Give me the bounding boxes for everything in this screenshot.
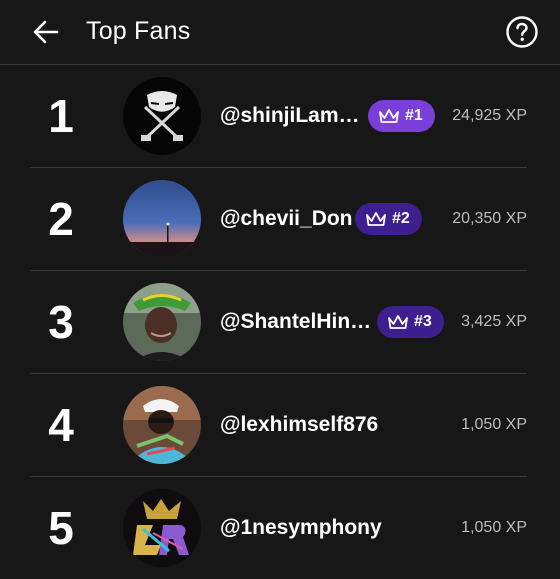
avatar[interactable] <box>123 180 201 258</box>
avatar[interactable] <box>123 386 201 464</box>
avatar-image <box>123 283 201 361</box>
fan-username: @chevii_Don <box>220 207 353 230</box>
avatar-image <box>123 77 201 155</box>
rank-badge: #3 <box>377 306 444 338</box>
back-button[interactable] <box>30 16 62 48</box>
xp-value: 20,350 XP <box>452 210 527 227</box>
fan-row-4[interactable]: 4 @lexhimself876 1,050 XP <box>30 374 527 477</box>
avatar[interactable] <box>123 489 201 567</box>
xp-value: 3,425 XP <box>461 313 527 330</box>
rank-number: 2 <box>48 193 74 245</box>
avatar[interactable] <box>123 77 201 155</box>
fan-row-5[interactable]: 5 @1nesymphony 1,050 XP <box>30 477 527 579</box>
crown-icon <box>366 212 386 226</box>
fan-row-3[interactable]: 3 @ShantelHin… #3 3,425 XP <box>30 271 527 374</box>
fan-row-2[interactable]: 2 @chevii_Don #2 20,350 XP <box>30 168 527 271</box>
avatar-image <box>123 386 201 464</box>
page-title: Top Fans <box>86 17 191 45</box>
fan-username: @lexhimself876 <box>220 413 379 436</box>
fan-username: @ShantelHin… <box>220 310 372 333</box>
crown-icon <box>379 109 399 123</box>
crown-icon <box>388 315 408 329</box>
rank-number: 4 <box>48 399 74 451</box>
top-bar: Top Fans <box>0 0 560 65</box>
arrow-left-icon <box>33 20 59 44</box>
avatar[interactable] <box>123 283 201 361</box>
fan-row-1[interactable]: 1 @shinjiLam… #1 24,925 XP <box>30 65 527 168</box>
rank-number: 1 <box>48 90 74 142</box>
xp-value: 1,050 XP <box>461 519 527 536</box>
avatar-image <box>123 489 201 567</box>
help-button[interactable] <box>505 15 539 49</box>
rank-number: 3 <box>48 296 74 348</box>
fan-username: @1nesymphony <box>220 516 382 539</box>
rank-badge: #1 <box>368 100 435 132</box>
xp-value: 1,050 XP <box>461 416 527 433</box>
avatar-image <box>123 180 201 258</box>
rank-badge-label: #1 <box>405 107 423 124</box>
top-fans-list: 1 @shinjiLam… #1 24,925 XP 2 @chevii_Don… <box>0 65 560 579</box>
rank-badge: #2 <box>355 203 422 235</box>
fan-username: @shinjiLam… <box>220 104 360 127</box>
help-circle-icon <box>506 16 538 48</box>
rank-number: 5 <box>48 502 74 554</box>
rank-badge-label: #2 <box>392 210 410 227</box>
xp-value: 24,925 XP <box>452 107 527 124</box>
rank-badge-label: #3 <box>414 313 432 330</box>
